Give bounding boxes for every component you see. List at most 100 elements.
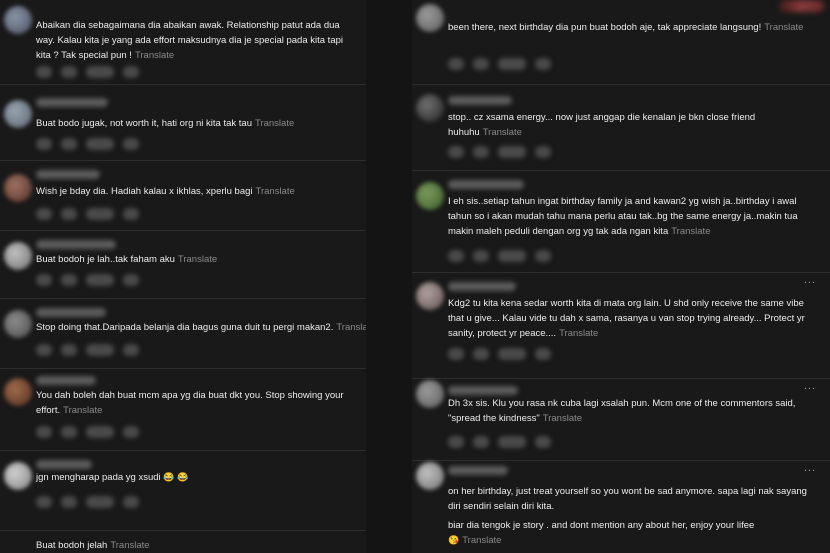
avatar[interactable] xyxy=(416,182,444,210)
comment-body: Kdg2 tu kita kena sedar worth kita di ma… xyxy=(448,298,805,339)
username-blurred xyxy=(36,170,100,179)
more-options-icon[interactable]: ... xyxy=(804,274,816,286)
comment-actions[interactable] xyxy=(36,208,139,222)
comment-actions[interactable] xyxy=(448,436,551,450)
username-blurred xyxy=(448,282,516,291)
avatar[interactable] xyxy=(4,310,32,338)
right-comment-column[interactable]: been there, next birthday dia pun buat b… xyxy=(412,0,830,553)
comment-actions[interactable] xyxy=(36,66,139,80)
avatar[interactable] xyxy=(416,462,444,490)
comment-body: I eh sis..setiap tahun ingat birthday fa… xyxy=(448,196,798,237)
comment-actions[interactable] xyxy=(448,348,551,362)
comment-body: Buat bodo jugak, not worth it, hati org … xyxy=(36,118,252,129)
username-blurred xyxy=(448,386,518,395)
reaction-blurred xyxy=(778,0,824,12)
comment-item: Buat bodoh jelah Translate xyxy=(0,520,366,553)
translate-link[interactable]: Translate xyxy=(559,328,598,339)
comment-item: stop.. cz xsama energy... now just angga… xyxy=(412,84,830,171)
comment-body: been there, next birthday dia pun buat b… xyxy=(448,22,762,33)
comment-text: Kdg2 tu kita kena sedar worth kita di ma… xyxy=(448,296,822,341)
comment-actions[interactable] xyxy=(36,344,139,358)
laughing-emoji-icon: 😂 😂 xyxy=(163,472,189,482)
comment-actions[interactable] xyxy=(448,250,551,264)
translate-link[interactable]: Translate xyxy=(462,535,501,546)
comment-item: ... on her birthday, just treat yourself… xyxy=(412,460,830,553)
column-gutter xyxy=(366,0,412,553)
comment-item: ... Kdg2 tu kita kena sedar worth kita d… xyxy=(412,272,830,379)
more-options-icon[interactable]: ... xyxy=(804,462,816,474)
comment-item: Buat bodoh je lah..tak faham aku Translat… xyxy=(0,230,366,299)
comment-item: Buat bodo jugak, not worth it, hati org … xyxy=(0,84,366,161)
comment-item: been there, next birthday dia pun buat b… xyxy=(412,0,830,85)
comment-text: Dh 3x sis. Klu you rasa nk cuba lagi xsa… xyxy=(448,396,822,426)
avatar[interactable] xyxy=(416,4,444,32)
comment-body: Buat bodoh je lah..tak faham aku xyxy=(36,254,175,265)
translate-link[interactable]: Translate xyxy=(671,226,710,237)
comment-body: Dh 3x sis. Klu you rasa nk cuba lagi xsa… xyxy=(448,398,796,424)
username-blurred xyxy=(448,96,512,105)
comment-item: Abaikan dia sebagaimana dia abaikan awak… xyxy=(0,0,366,85)
translate-link[interactable]: Translate xyxy=(255,118,294,129)
comment-actions[interactable] xyxy=(36,274,139,288)
left-comment-column[interactable]: Abaikan dia sebagaimana dia abaikan awak… xyxy=(0,0,366,553)
comment-text: jgn mengharap pada yg xsudi 😂 😂 xyxy=(36,470,358,485)
comment-item: You dah boleh dah buat mcm apa yg dia bu… xyxy=(0,368,366,451)
comment-text-second: biar dia tengok je story . and dont ment… xyxy=(448,518,822,548)
comment-body: Buat bodoh jelah xyxy=(36,540,108,551)
comment-body: Abaikan dia sebagaimana dia abaikan awak… xyxy=(36,20,344,61)
translate-link[interactable]: Translate xyxy=(135,50,174,61)
comment-text: You dah boleh dah buat mcm apa yg dia bu… xyxy=(36,388,358,418)
comment-text: Stop doing that.Daripada belanja dia bag… xyxy=(36,320,366,335)
avatar[interactable] xyxy=(4,100,32,128)
translate-link[interactable]: Translate xyxy=(178,254,217,265)
comment-body: on her birthday, just treat yourself so … xyxy=(448,486,807,512)
comment-text: been there, next birthday dia pun buat b… xyxy=(448,20,822,35)
comment-item: Stop doing that.Daripada belanja dia bag… xyxy=(0,298,366,369)
username-blurred xyxy=(36,376,96,385)
comment-body: Wish je bday dia. Hadiah kalau x ikhlas,… xyxy=(36,186,253,197)
comment-actions[interactable] xyxy=(36,496,139,510)
comment-actions[interactable] xyxy=(448,58,551,72)
comment-text: on her birthday, just treat yourself so … xyxy=(448,484,822,514)
more-options-icon[interactable]: ... xyxy=(804,380,816,392)
avatar[interactable] xyxy=(4,174,32,202)
kiss-emoji-icon: 😘 xyxy=(448,535,460,545)
translate-link[interactable]: Translate xyxy=(336,322,366,333)
avatar[interactable] xyxy=(416,380,444,408)
username-blurred xyxy=(36,460,92,469)
comment-item: I eh sis..setiap tahun ingat birthday fa… xyxy=(412,170,830,273)
comment-text: stop.. cz xsama energy... now just angga… xyxy=(448,110,822,140)
avatar[interactable] xyxy=(4,6,32,34)
comment-actions[interactable] xyxy=(448,146,551,160)
avatar[interactable] xyxy=(416,94,444,122)
comment-text: Abaikan dia sebagaimana dia abaikan awak… xyxy=(36,18,358,63)
comment-text: Buat bodo jugak, not worth it, hati org … xyxy=(36,116,358,131)
avatar[interactable] xyxy=(4,462,32,490)
translate-link[interactable]: Translate xyxy=(110,540,149,551)
comment-item: Wish je bday dia. Hadiah kalau x ikhlas,… xyxy=(0,160,366,231)
username-blurred xyxy=(36,308,106,317)
username-blurred xyxy=(448,466,508,475)
translate-link[interactable]: Translate xyxy=(483,127,522,138)
avatar[interactable] xyxy=(4,242,32,270)
comment-body: Stop doing that.Daripada belanja dia bag… xyxy=(36,322,334,333)
comment-body: biar dia tengok je story . and dont ment… xyxy=(448,520,755,531)
comment-actions[interactable] xyxy=(36,138,139,152)
comment-item: ... Dh 3x sis. Klu you rasa nk cuba lagi… xyxy=(412,378,830,461)
translate-link[interactable]: Translate xyxy=(256,186,295,197)
avatar[interactable] xyxy=(416,282,444,310)
username-blurred xyxy=(36,98,108,107)
comment-body: jgn mengharap pada yg xsudi xyxy=(36,472,161,483)
comment-text: Buat bodoh jelah Translate xyxy=(36,538,358,553)
comment-actions[interactable] xyxy=(36,426,139,440)
comment-text: Wish je bday dia. Hadiah kalau x ikhlas,… xyxy=(36,184,358,199)
comment-text: Buat bodoh je lah..tak faham aku Translat… xyxy=(36,252,358,267)
translate-link[interactable]: Translate xyxy=(543,413,582,424)
comment-text: I eh sis..setiap tahun ingat birthday fa… xyxy=(448,194,822,239)
translate-link[interactable]: Translate xyxy=(63,405,102,416)
username-blurred xyxy=(448,180,524,189)
comment-item: jgn mengharap pada yg xsudi 😂 😂 xyxy=(0,450,366,531)
username-blurred xyxy=(36,240,116,249)
translate-link[interactable]: Translate xyxy=(764,22,803,33)
avatar[interactable] xyxy=(4,378,32,406)
